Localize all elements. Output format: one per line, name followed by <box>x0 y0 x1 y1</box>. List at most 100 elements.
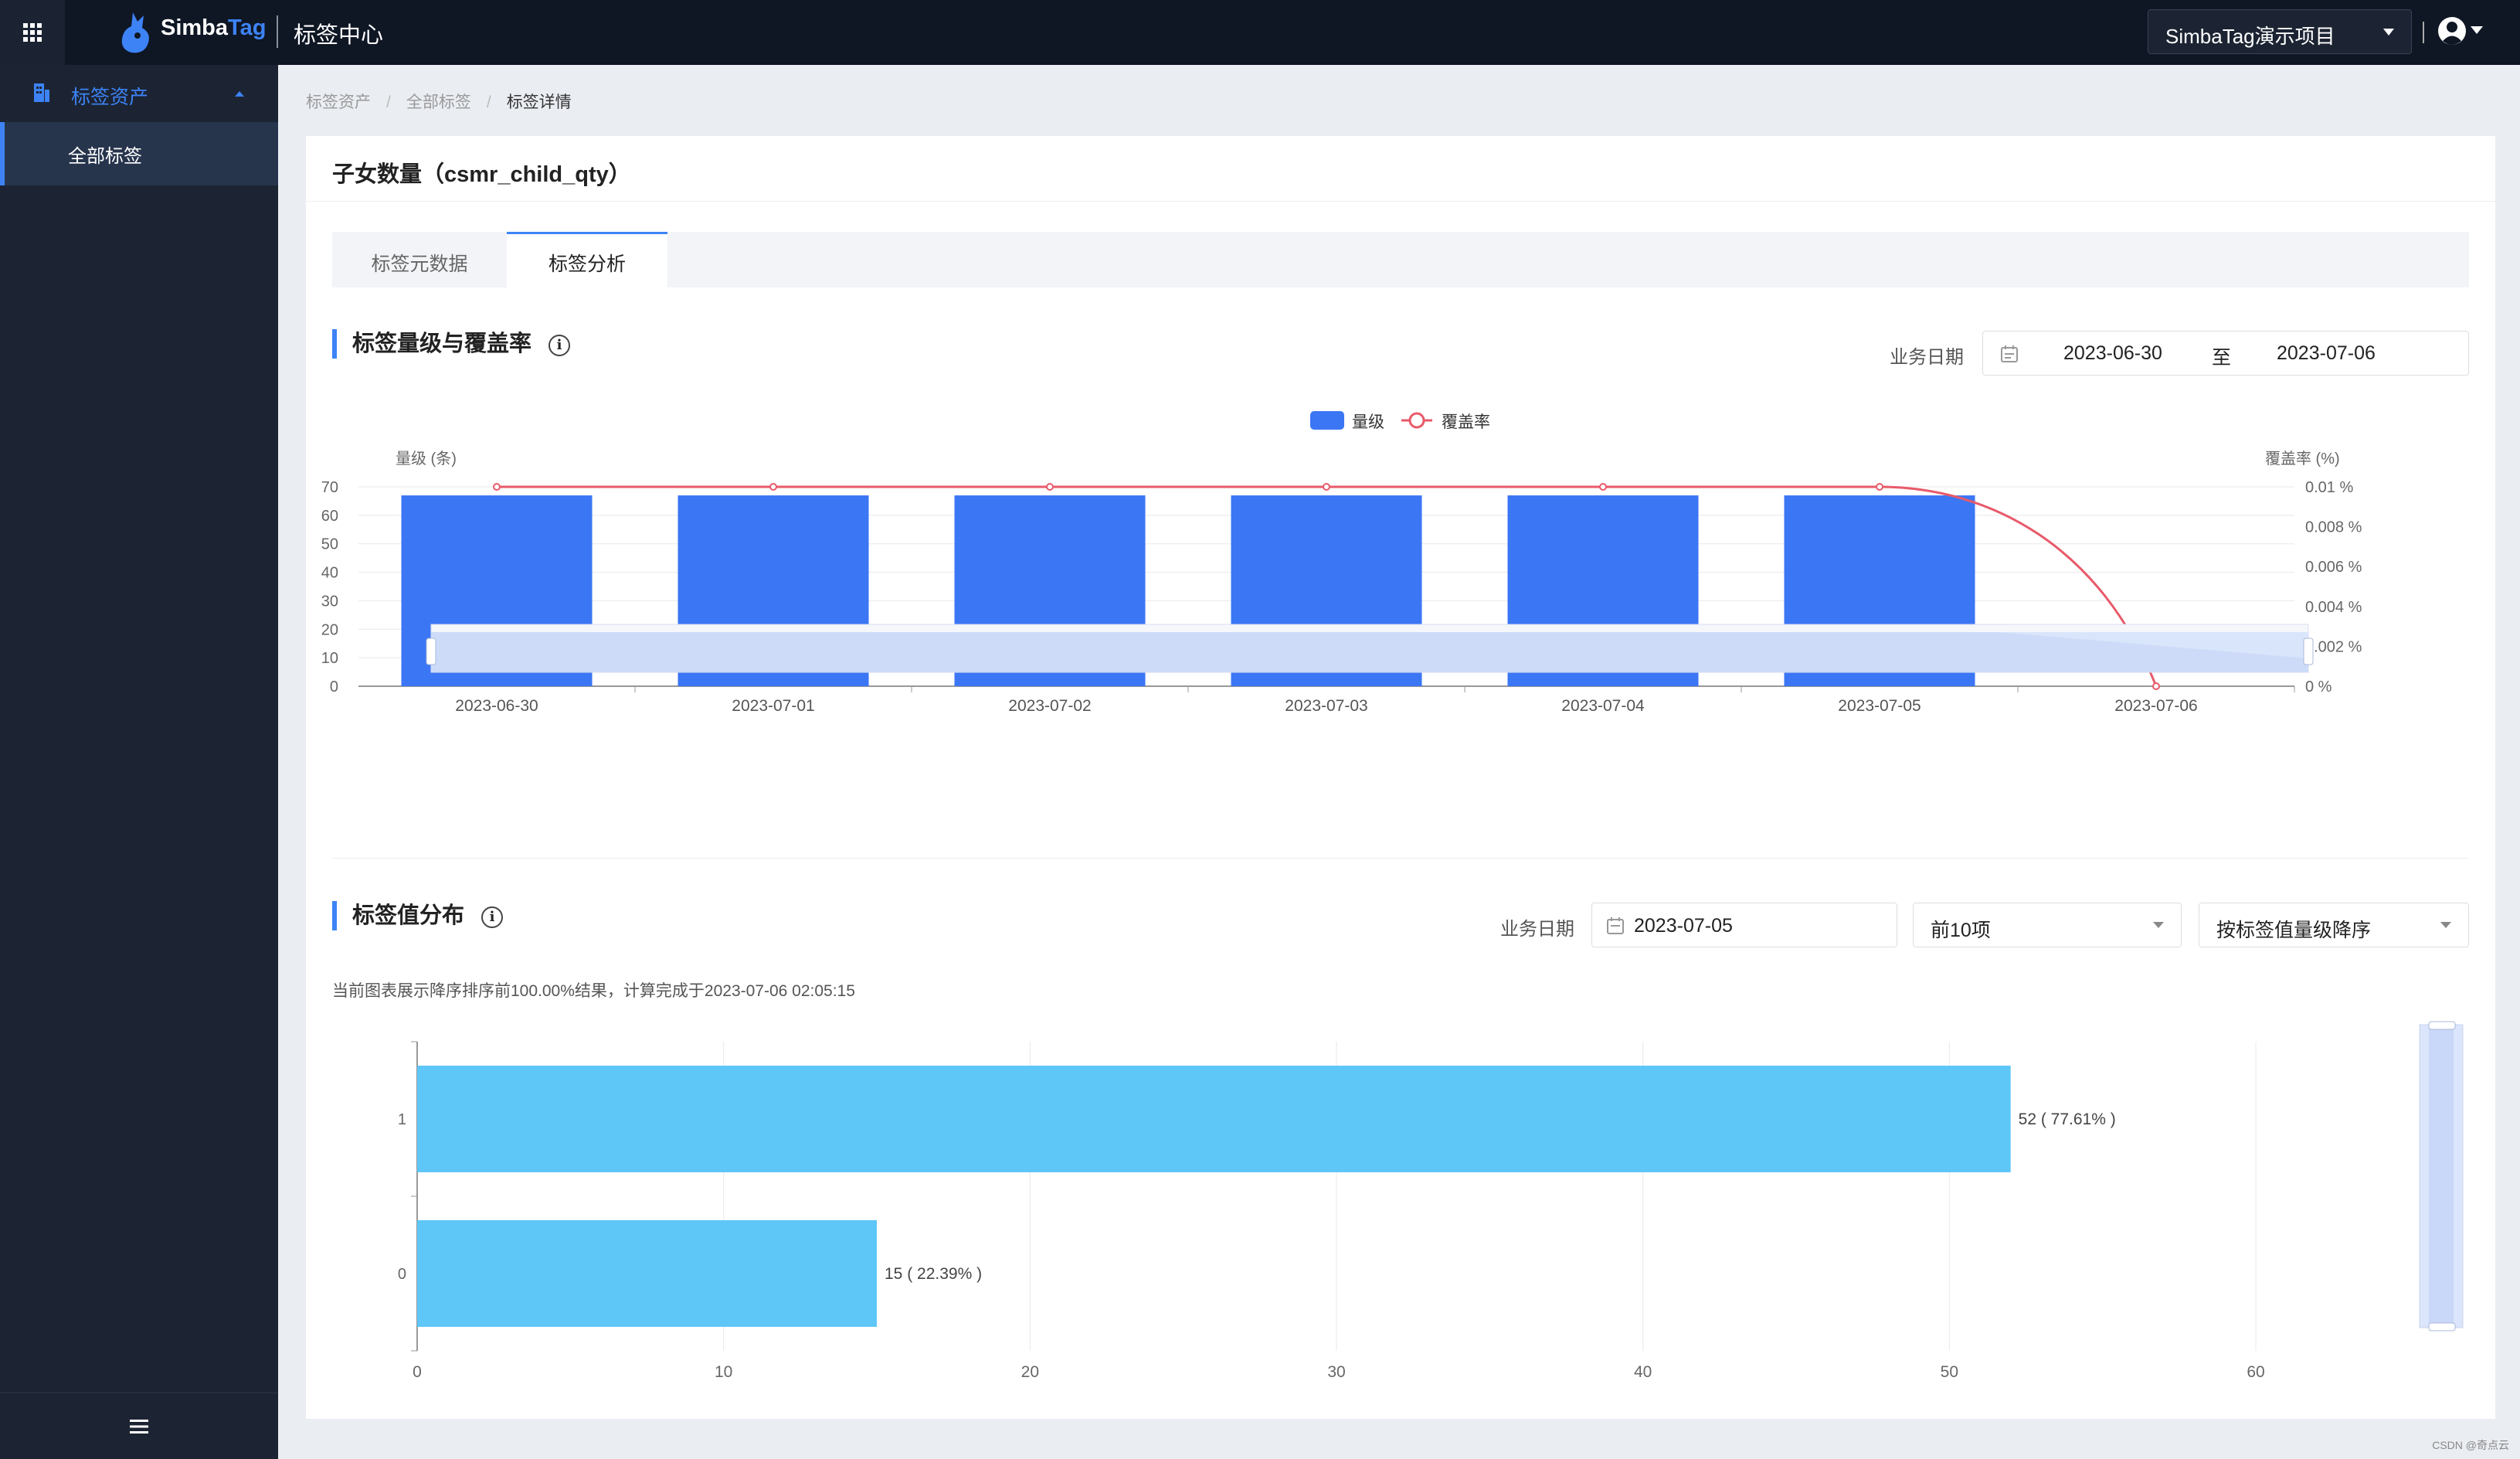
tab-tag-metadata[interactable]: 标签元数据 <box>332 232 507 287</box>
y-tick-label: 0 <box>330 678 338 695</box>
sidebar-item-label: 全部标签 <box>68 146 142 167</box>
y-tick-label: 60 <box>321 508 338 525</box>
legend-swatch-volume <box>1310 411 1344 430</box>
y2-axis-label: 覆盖率 (%) <box>2265 450 2340 468</box>
user-avatar-icon[interactable] <box>2437 15 2467 50</box>
data-zoom-slider[interactable] <box>426 624 2314 673</box>
business-date-label: 业务日期 <box>1500 919 1574 940</box>
user-menu-caret-icon[interactable] <box>2471 26 2483 34</box>
coverage-point[interactable] <box>1323 483 1330 491</box>
legend-label-coverage: 覆盖率 <box>1442 413 1490 431</box>
x-tick-label: 0 <box>413 1363 422 1381</box>
x-tick-label: 2023-07-01 <box>732 697 814 715</box>
y-tick-label: 20 <box>321 621 338 638</box>
section-title-volume-coverage: 标签量级与覆盖率 i <box>332 329 571 359</box>
x-tick-label: 60 <box>2247 1363 2264 1381</box>
calendar-icon <box>1607 917 1624 934</box>
value-bar[interactable] <box>417 1066 2011 1172</box>
legend-swatch-coverage-dot <box>1408 412 1425 429</box>
y-tick-label: 10 <box>321 650 338 667</box>
x-tick-label: 30 <box>1327 1363 1345 1381</box>
section-title-text: 标签量级与覆盖率 <box>352 332 532 356</box>
project-select[interactable]: SimbaTag演示项目 <box>2148 9 2412 54</box>
business-date-picker[interactable]: 2023-07-05 <box>1591 903 1897 947</box>
coverage-point[interactable] <box>493 483 501 491</box>
sidebar: 标签资产 全部标签 <box>0 65 278 1459</box>
brand-divider <box>277 15 278 48</box>
value-bar[interactable] <box>417 1220 877 1327</box>
zoom-handle-right[interactable] <box>2303 638 2314 665</box>
y-tick-label: 1 <box>398 1111 406 1128</box>
business-date-label: 业务日期 <box>1890 347 1964 368</box>
topn-select[interactable]: 前10项 <box>1913 903 2182 947</box>
brand-name[interactable]: SimbaTag <box>161 15 266 41</box>
start-date-input[interactable]: 2023-06-30 <box>2063 342 2162 365</box>
coverage-point[interactable] <box>769 483 777 491</box>
top-bar: SimbaTag 标签中心 SimbaTag演示项目 <box>0 0 2520 65</box>
volume-coverage-chart: 量级 覆盖率 量级 (条) 覆盖率 (%) 0 10 20 30 40 50 60 70 0 %… <box>321 411 2362 715</box>
grid-icon <box>23 23 42 42</box>
section-divider <box>332 858 2469 859</box>
tab-tag-analysis[interactable]: 标签分析 <box>507 232 667 287</box>
y-axis-label: 量级 (条) <box>396 450 457 468</box>
coverage-point[interactable] <box>1599 483 1607 491</box>
sidebar-group-tag-assets[interactable]: 标签资产 <box>0 65 278 122</box>
project-name: SimbaTag演示项目 <box>2165 25 2335 48</box>
bar-data-label: 52 ( 77.61% ) <box>2019 1110 2116 1128</box>
zoom-handle-left[interactable] <box>426 638 436 665</box>
x-tick-label: 2023-07-06 <box>2114 697 2197 715</box>
zoom-handle-bottom[interactable] <box>2428 1322 2456 1331</box>
coverage-point[interactable] <box>1876 483 1883 491</box>
end-date-input[interactable]: 2023-07-06 <box>2277 342 2376 365</box>
legend-label-volume: 量级 <box>1352 413 1384 431</box>
y-tick-label: 30 <box>321 593 338 610</box>
zoom-handle-top[interactable] <box>2428 1021 2456 1030</box>
y-tick-label: 50 <box>321 536 338 553</box>
breadcrumb-current: 标签详情 <box>506 94 572 111</box>
app-grid-button[interactable] <box>0 0 65 65</box>
breadcrumb-item[interactable]: 标签资产 <box>306 94 371 111</box>
coverage-point[interactable] <box>2152 682 2160 690</box>
zoom-data-shadow <box>431 632 2308 672</box>
coverage-point[interactable] <box>1046 483 1054 491</box>
x-tick-label: 50 <box>1941 1363 1958 1381</box>
value-distribution-chart: 0 10 20 30 40 50 60 52 ( 77.61% )15 ( 22.39% )… <box>398 1021 2464 1381</box>
vertical-zoom-slider[interactable] <box>2419 1021 2464 1331</box>
y2-tick-label: 0.002 % <box>2305 638 2362 655</box>
x-tick-label: 10 <box>715 1363 732 1381</box>
building-icon <box>34 83 49 102</box>
sidebar-item-all-tags[interactable]: 全部标签 <box>0 122 278 185</box>
watermark: CSDN @奇点云 <box>2432 1439 2509 1451</box>
title-divider <box>306 201 2495 202</box>
result-note: 当前图表展示降序排序前100.00%结果，计算完成于2023-07-06 02:… <box>332 982 855 1000</box>
chevron-down-icon <box>2383 29 2394 36</box>
header-divider <box>2423 22 2424 43</box>
sort-select[interactable]: 按标签值量级降序 <box>2199 903 2469 947</box>
sidebar-collapse-button[interactable] <box>0 1393 278 1459</box>
chevron-down-icon <box>2440 922 2451 928</box>
info-icon[interactable]: i <box>548 335 571 356</box>
section-title-value-distribution: 标签值分布 i <box>332 901 504 930</box>
y2-tick-label: 0.004 % <box>2305 599 2362 616</box>
zoom-data-shadow <box>2429 1028 2454 1326</box>
x-tick-label: 20 <box>1021 1363 1039 1381</box>
breadcrumb-separator: / <box>486 94 491 111</box>
date-range-picker[interactable]: 2023-06-30 至 2023-07-06 <box>1982 331 2469 376</box>
menu-icon <box>130 1419 148 1433</box>
breadcrumb-separator: / <box>386 94 391 111</box>
info-icon[interactable]: i <box>481 906 504 928</box>
x-tick-label: 2023-07-03 <box>1285 697 1367 715</box>
y2-tick-label: 0.01 % <box>2305 479 2353 496</box>
section-title-text: 标签值分布 <box>352 903 465 928</box>
breadcrumb-item[interactable]: 全部标签 <box>406 94 471 111</box>
app-name: 标签中心 <box>294 23 384 48</box>
date-range-separator: 至 <box>2212 347 2232 369</box>
y-tick-label: 0 <box>398 1266 406 1283</box>
chevron-up-icon <box>235 91 244 97</box>
y2-tick-label: 0 % <box>2305 678 2332 695</box>
tag-detail-card: 子女数量（csmr_child_qty） 标签元数据 标签分析 标签量级与覆盖率… <box>306 136 2495 1419</box>
y-tick-label: 70 <box>321 479 338 496</box>
chart-legend[interactable]: 量级 覆盖率 <box>1310 411 1490 431</box>
bar-data-label: 15 ( 22.39% ) <box>885 1265 982 1283</box>
x-tick-label: 2023-07-02 <box>1008 697 1091 715</box>
